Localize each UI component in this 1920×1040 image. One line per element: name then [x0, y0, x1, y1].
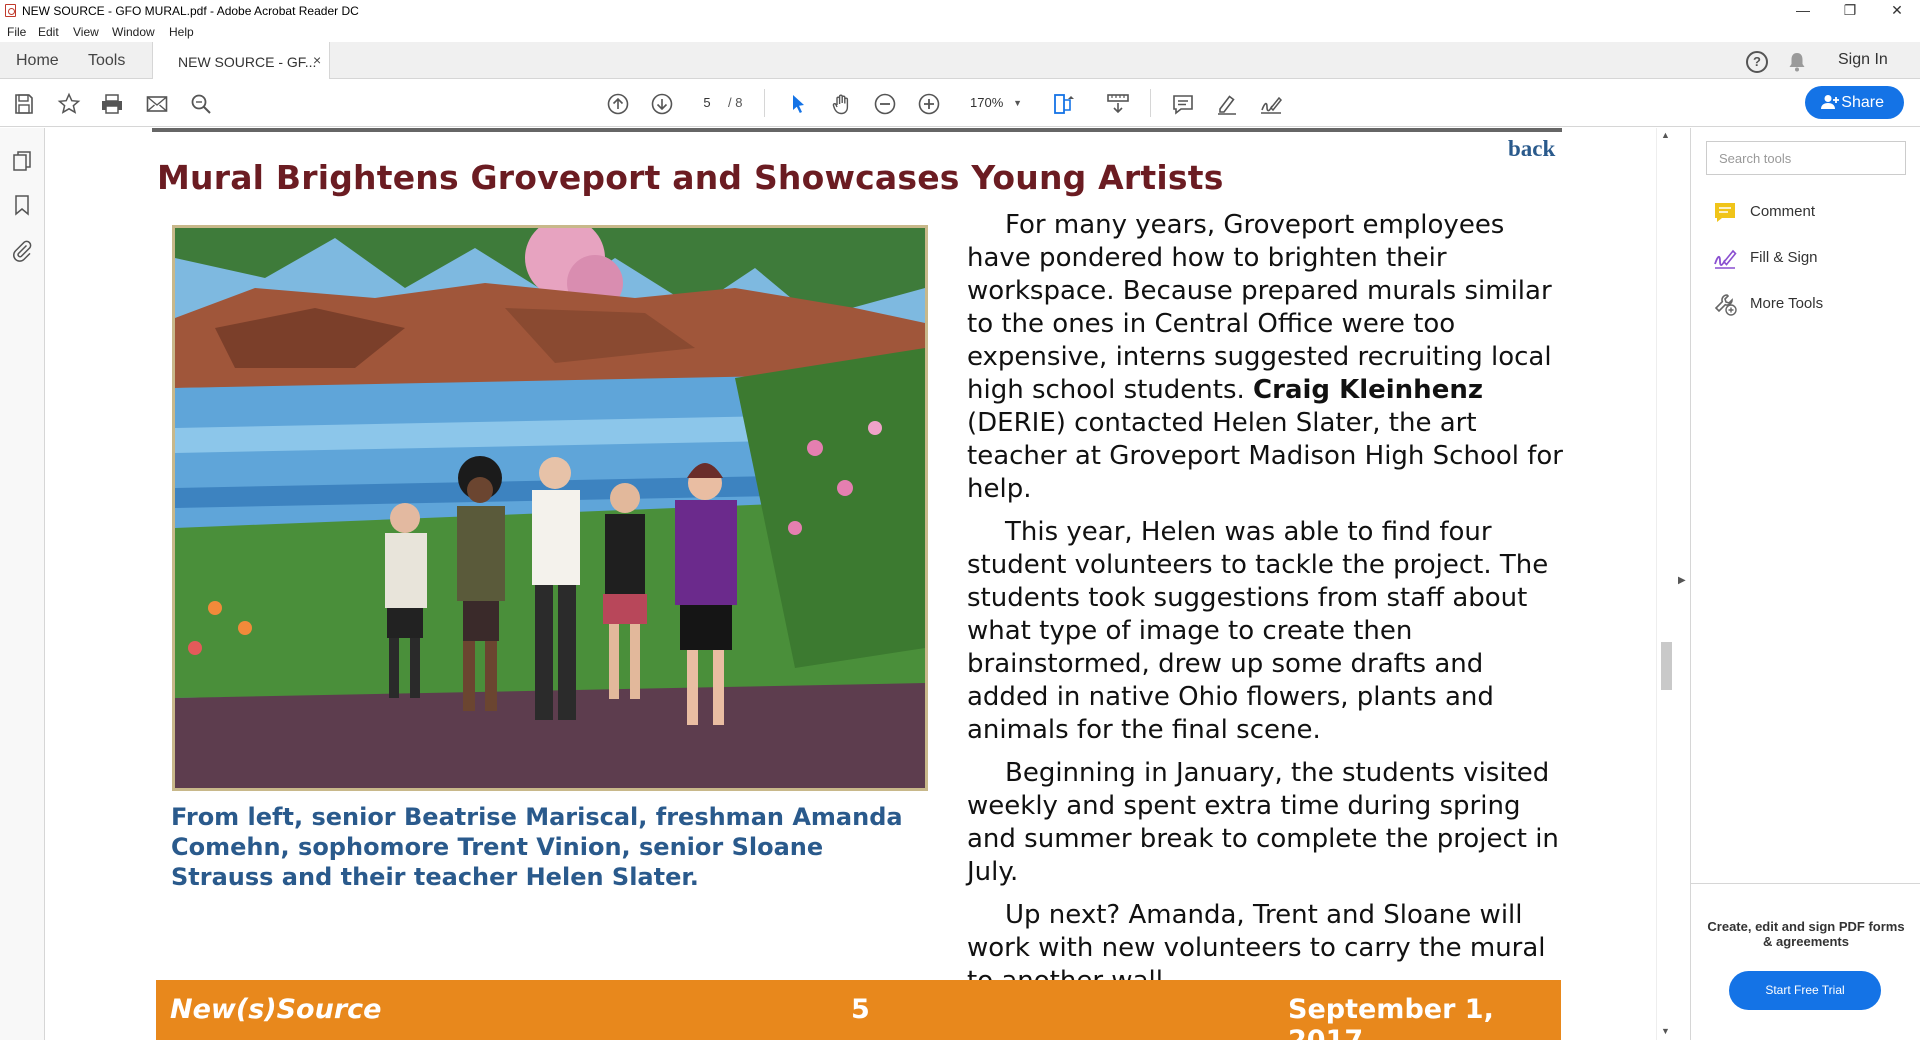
next-page-icon[interactable] — [649, 91, 675, 117]
tab-document[interactable]: NEW SOURCE - GF... × — [152, 42, 330, 80]
fill-sign-icon[interactable] — [1258, 91, 1284, 117]
mural-photo-illustration — [175, 228, 925, 788]
page-footer-band: New(s)Source 5 September 1, 2017 — [156, 980, 1561, 1040]
menu-window[interactable]: Window — [112, 25, 155, 39]
menu-view[interactable]: View — [73, 25, 99, 39]
page-fit-icon[interactable] — [1051, 91, 1077, 117]
title-bar: NEW SOURCE - GFO MURAL.pdf - Adobe Acrob… — [0, 0, 1920, 22]
tool-fill-sign-label: Fill & Sign — [1750, 249, 1818, 266]
toolbar-separator — [764, 89, 765, 117]
help-icon[interactable]: ? — [1746, 51, 1768, 73]
page-thumbnails-icon[interactable] — [10, 149, 34, 173]
tools-pane: ▶ Search tools Comment Fill & Sign More … — [1678, 128, 1920, 1040]
tool-comment[interactable]: Comment — [1713, 200, 1913, 224]
add-person-icon — [1821, 95, 1839, 109]
toolbar: 5 / 8 170% ▼ — [0, 79, 1920, 127]
sign-in-button[interactable]: Sign In — [1838, 51, 1888, 69]
tool-more-tools-label: More Tools — [1750, 295, 1824, 312]
scroll-up-icon[interactable]: ▲ — [1661, 130, 1670, 140]
chevron-down-icon: ▼ — [1013, 98, 1022, 108]
promo-divider — [1691, 883, 1920, 884]
navigation-rail: ◀ — [0, 128, 56, 1040]
scrollbar-thumb[interactable] — [1661, 642, 1672, 690]
page-top-rule — [152, 128, 1562, 132]
acrobat-app-icon — [5, 4, 16, 17]
page-number: 5 — [851, 994, 870, 1025]
document-tab-label: NEW SOURCE - GF... — [178, 54, 317, 70]
select-cursor-icon[interactable] — [785, 91, 811, 117]
scroll-mode-icon[interactable] — [1105, 91, 1131, 117]
collapse-right-pane-icon[interactable]: ▶ — [1678, 575, 1686, 586]
newsletter-name: New(s)Source — [170, 994, 382, 1025]
tool-more-tools[interactable]: More Tools — [1713, 292, 1913, 316]
article-body: For many years, Groveport employees have… — [967, 209, 1567, 1008]
mural-photo — [172, 225, 928, 791]
bookmark-icon[interactable] — [10, 193, 34, 217]
previous-page-icon[interactable] — [605, 91, 631, 117]
share-button[interactable]: Share — [1805, 86, 1904, 119]
document-viewport[interactable]: back Mural Brightens Groveport and Showc… — [46, 128, 1656, 1040]
page-number-input[interactable]: 5 — [690, 90, 724, 116]
start-free-trial-button[interactable]: Start Free Trial — [1729, 971, 1881, 1010]
comment-icon[interactable] — [1170, 91, 1196, 117]
menu-help[interactable]: Help — [169, 25, 194, 39]
back-link[interactable]: back — [1508, 136, 1555, 162]
close-tab-button[interactable]: × — [313, 52, 321, 68]
tab-tools[interactable]: Tools — [88, 52, 125, 70]
zoom-level-select[interactable]: 170% ▼ — [960, 90, 1026, 116]
photo-caption: From left, senior Beatrise Mariscal, fre… — [171, 803, 903, 891]
zoom-in-icon[interactable] — [916, 91, 942, 117]
tab-bar: Home Tools NEW SOURCE - GF... × — [0, 42, 1920, 80]
share-label: Share — [1841, 94, 1884, 111]
tool-comment-label: Comment — [1750, 203, 1816, 220]
email-icon[interactable] — [144, 91, 170, 117]
article-paragraph: This year, Helen was able to find four s… — [967, 517, 1549, 745]
restore-button[interactable]: ❐ — [1827, 0, 1873, 22]
star-bookmark-icon[interactable] — [56, 91, 82, 117]
zoom-out-icon[interactable] — [872, 91, 898, 117]
print-icon[interactable] — [99, 91, 125, 117]
vertical-scrollbar[interactable]: ▲ ▼ — [1656, 128, 1673, 1040]
highlight-pen-icon[interactable] — [1214, 91, 1240, 117]
person-name: Craig Kleinhenz — [1253, 375, 1483, 405]
search-tools-input[interactable]: Search tools — [1706, 141, 1906, 175]
menu-file[interactable]: File — [7, 25, 26, 39]
article-paragraph: For many years, Groveport employees have… — [967, 209, 1567, 506]
toolbar-separator — [1150, 89, 1151, 117]
save-icon[interactable] — [11, 91, 37, 117]
close-window-button[interactable]: ✕ — [1874, 0, 1920, 22]
wrench-plus-icon — [1714, 294, 1737, 316]
search-icon[interactable] — [188, 91, 214, 117]
tool-fill-sign[interactable]: Fill & Sign — [1713, 246, 1913, 270]
comment-icon — [1715, 203, 1735, 222]
scroll-down-icon[interactable]: ▼ — [1661, 1026, 1670, 1036]
promo-text: Create, edit and sign PDF forms & agreem… — [1707, 919, 1905, 949]
bell-icon[interactable] — [1788, 52, 1806, 72]
minimize-button[interactable]: — — [1780, 0, 1826, 22]
fill-sign-icon — [1714, 249, 1737, 269]
article-paragraph: Beginning in January, the students visit… — [967, 758, 1559, 887]
attachment-icon[interactable] — [10, 239, 34, 263]
zoom-level-value: 170% — [970, 95, 1004, 110]
article-heading: Mural Brightens Groveport and Showcases … — [157, 158, 1224, 197]
tab-home[interactable]: Home — [16, 52, 59, 70]
paragraph-text: (DERIE) contacted Helen Slater, the art … — [967, 408, 1563, 504]
hand-tool-icon[interactable] — [829, 91, 855, 117]
menu-bar: File Edit View Window Help — [0, 22, 1920, 42]
issue-date: September 1, 2017 — [1288, 994, 1494, 1040]
page-total: / 8 — [728, 95, 743, 110]
menu-edit[interactable]: Edit — [38, 25, 59, 39]
window-title: NEW SOURCE - GFO MURAL.pdf - Adobe Acrob… — [22, 4, 359, 18]
